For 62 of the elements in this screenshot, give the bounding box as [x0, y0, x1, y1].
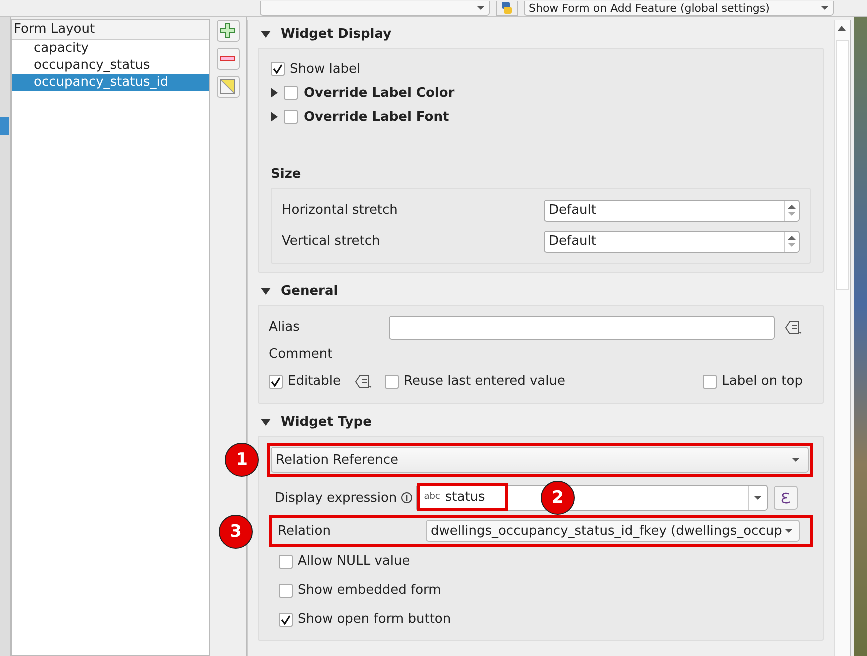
override-label: Override Label Font	[304, 110, 450, 124]
checkbox[interactable]	[271, 62, 285, 76]
field-type-icon: abc	[424, 492, 440, 502]
checkbox-label: Label on top	[722, 374, 803, 389]
scroll-thumb[interactable]	[836, 40, 849, 290]
callout-badge: 2	[541, 481, 575, 515]
collapse-triangle-icon[interactable]	[261, 288, 271, 294]
stretch-spinbox[interactable]: Default	[544, 230, 800, 252]
checkbox-label: Show label	[290, 62, 361, 76]
override-label: Override Label Color	[304, 86, 455, 100]
checkbox-label: Reuse last entered value	[404, 374, 566, 389]
expression-menu-icon[interactable]	[785, 320, 805, 336]
caret-icon	[754, 496, 762, 500]
checkbox[interactable]	[269, 374, 283, 388]
display-expression-label: Display expression	[275, 490, 398, 506]
tree-header: Form Layout	[12, 20, 209, 40]
callout-badge: 3	[219, 515, 253, 549]
checkbox-label: Show embedded form	[298, 583, 442, 598]
widget-type-combo[interactable]: Relation Reference	[271, 447, 809, 473]
scroll-up-icon[interactable]	[838, 26, 846, 31]
relation-combo[interactable]: dwellings_occupancy_status_id_fkey (dwellings_occup	[426, 520, 800, 542]
stretch-label: Vertical stretch	[282, 234, 380, 249]
selection-marker	[0, 117, 9, 135]
tree-item[interactable]: capacity	[12, 40, 209, 57]
size-heading: Size	[271, 167, 302, 182]
section-title: Widget Type	[281, 414, 372, 430]
relation-label: Relation	[278, 524, 331, 538]
alias-field[interactable]	[389, 316, 775, 340]
callout-badge: 1	[225, 443, 259, 477]
collapse-triangle-icon[interactable]	[261, 30, 271, 38]
stretch-spinbox[interactable]: Default	[544, 200, 800, 222]
caret-icon	[821, 6, 829, 10]
remove-icon[interactable]	[216, 48, 240, 70]
form-mode-combo[interactable]: Show Form on Add Feature (global settings)	[524, 1, 834, 16]
caret-icon	[785, 529, 793, 533]
tree-item[interactable]: occupancy_status_id	[12, 74, 209, 91]
info-icon	[401, 492, 414, 504]
checkbox-label: Show open form button	[298, 612, 452, 627]
checkbox[interactable]	[385, 374, 400, 388]
add-icon[interactable]	[216, 20, 240, 42]
checkbox-label: Allow NULL value	[298, 554, 410, 569]
checkbox[interactable]	[703, 374, 718, 388]
scrollbar[interactable]	[834, 20, 850, 656]
field-name: status	[445, 490, 486, 504]
checkbox-label: Editable	[288, 374, 342, 389]
section-title: Widget Display	[281, 26, 392, 42]
checkbox[interactable]	[284, 110, 298, 124]
epsilon-icon	[780, 491, 792, 505]
caret-icon	[792, 458, 800, 462]
checkbox[interactable]	[284, 86, 298, 100]
alias-label: Alias	[269, 320, 301, 335]
section-title: General	[281, 284, 338, 298]
expression-button[interactable]	[774, 486, 798, 510]
checkbox[interactable]	[279, 554, 293, 568]
comment-label: Comment	[269, 347, 333, 362]
checkbox[interactable]	[279, 612, 293, 626]
checkbox[interactable]	[279, 584, 293, 598]
caret-icon	[477, 6, 485, 10]
collapse-triangle-icon[interactable]	[261, 418, 271, 426]
edit-icon[interactable]	[216, 76, 240, 98]
stretch-label: Horizontal stretch	[282, 203, 398, 218]
tree-item[interactable]: occupancy_status	[12, 57, 209, 74]
